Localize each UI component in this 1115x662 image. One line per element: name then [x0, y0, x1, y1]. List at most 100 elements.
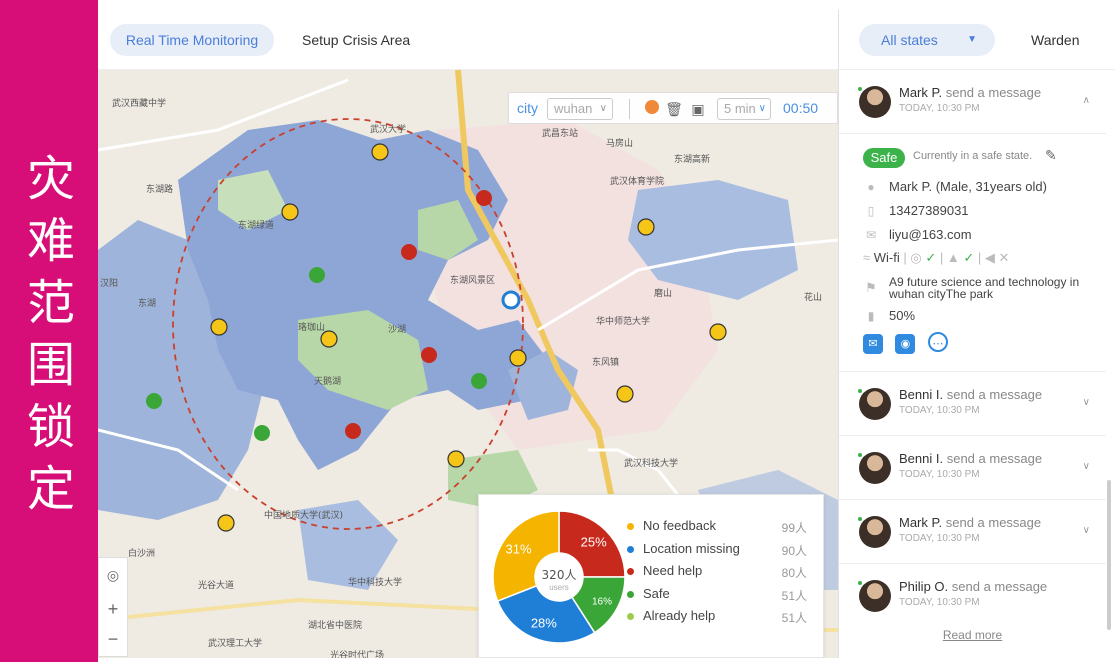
mail-action-icon[interactable]: ✉: [863, 334, 883, 354]
legend-count: 90人: [781, 543, 807, 558]
city-select[interactable]: wuhan ∨: [547, 98, 613, 120]
legend-dot: [627, 545, 634, 553]
zoom-control: ◎ + −: [98, 557, 128, 657]
city-value: wuhan: [554, 101, 593, 116]
legend-dot: [627, 613, 634, 620]
locate-icon[interactable]: ◎: [99, 560, 127, 590]
user-icon: ●: [867, 180, 875, 194]
chevron-down-icon: ▼: [967, 34, 977, 45]
camera-action-icon[interactable]: ◉: [895, 334, 916, 354]
email-row: ✉ liyu@163.com: [863, 227, 972, 242]
message-item[interactable]: Mark P. send a message TODAY, 10:30 PM ∨: [839, 500, 1106, 564]
tab-real-time-monitoring[interactable]: Real Time Monitoring: [110, 24, 274, 56]
interval-select[interactable]: 5 min ∨: [717, 98, 771, 120]
legend-count: 99人: [781, 521, 807, 535]
message-time: TODAY, 10:30 PM: [899, 103, 980, 114]
side-banner: 灾难范围锁定: [0, 0, 98, 662]
phone-icon: ▯: [867, 204, 875, 218]
status-badge: Safe: [863, 148, 905, 168]
legend-dot: [627, 523, 634, 530]
phone-row: ▯ 13427389031: [863, 203, 969, 218]
legend-count: 51人: [781, 588, 807, 603]
map-label: 光谷时代广场: [330, 651, 385, 658]
toolbar-divider: [629, 99, 630, 119]
chevron-down-icon[interactable]: ∨: [1083, 461, 1090, 472]
message-time: TODAY, 10:30 PM: [899, 469, 980, 480]
wifi-label: Wi-fi: [873, 250, 900, 265]
state-filter-select[interactable]: All states ▼: [859, 24, 995, 56]
message-item[interactable]: Benni I. send a message TODAY, 10:30 PM …: [839, 436, 1106, 500]
message-item[interactable]: Benni I. send a message TODAY, 10:30 PM …: [839, 372, 1106, 436]
edit-icon[interactable]: ✎: [1045, 147, 1057, 164]
trash-icon[interactable]: 🗑: [665, 100, 683, 118]
message-action: send a message: [946, 387, 1043, 402]
person-row: ● Mark P. (Male, 31years old): [863, 179, 1047, 194]
person-info: Mark P. (Male, 31years old): [889, 179, 1047, 194]
map-label: 东风镇: [592, 358, 620, 368]
message-item[interactable]: Mark P. send a message TODAY, 10:30 PM ∧: [839, 70, 1106, 134]
map-label: 武昌东站: [542, 129, 579, 139]
map-label: 武汉科技大学: [624, 459, 679, 469]
chevron-down-icon[interactable]: ∨: [1083, 397, 1090, 408]
status-text: Currently in a safe state.: [913, 150, 1033, 162]
map-label: 华中科技大学: [348, 578, 403, 588]
pie-slice-label: 25%: [581, 534, 607, 549]
avatar: [857, 516, 891, 548]
map-label: 中国地质大学(武汉): [264, 511, 344, 521]
chat-action-icon[interactable]: ⋯: [927, 332, 948, 352]
legend-row: Safe 51人: [627, 585, 817, 608]
legend-label: No feedback: [643, 518, 716, 533]
message-sender: Benni I.: [899, 387, 944, 402]
location-icon: ⚑: [865, 280, 877, 295]
map-label: 马房山: [606, 139, 634, 149]
check-icon: ✓: [963, 250, 975, 265]
map-label: 光谷大道: [198, 581, 235, 591]
status-pie-chart: 25% 16% 28% 31% 320人users: [492, 510, 626, 644]
map-label: 武汉西藏中学: [112, 99, 167, 109]
message-item[interactable]: Philip O. send a message TODAY, 10:30 PM: [839, 564, 1106, 628]
refresh-timer: 00:50: [783, 100, 819, 116]
battery-row: ▮ 50%: [863, 308, 915, 323]
read-more-link[interactable]: Read more: [839, 628, 1106, 642]
map-label: 东湖高新: [674, 155, 711, 165]
city-label: city: [517, 100, 538, 116]
map-label: 东湖: [138, 299, 157, 309]
chevron-down-icon: ∨: [599, 103, 607, 114]
tab-setup-crisis-area[interactable]: Setup Crisis Area: [302, 24, 410, 56]
message-sender: Philip O.: [899, 579, 949, 594]
scrollbar[interactable]: [1107, 480, 1111, 630]
sound-icon: ◀: [984, 250, 995, 265]
map-label: 东湖绿道: [238, 221, 275, 231]
record-icon[interactable]: [643, 100, 661, 118]
zoom-out-button[interactable]: −: [99, 624, 127, 654]
panel-header: All states ▼ Warden: [839, 10, 1115, 70]
pie-total: 320人: [542, 568, 577, 582]
pie-slice-label: 16%: [592, 597, 612, 608]
bell-icon: ▲: [946, 250, 960, 265]
wifi-icon: ≈: [863, 250, 871, 265]
save-icon[interactable]: ▣: [689, 100, 707, 118]
chevron-up-icon[interactable]: ∧: [1083, 95, 1090, 106]
map-label: 花山: [804, 293, 823, 303]
role-label[interactable]: Warden: [1031, 24, 1080, 56]
chevron-down-icon: ∨: [758, 103, 766, 114]
map-label: 东湖风景区: [450, 276, 496, 286]
message-time: TODAY, 10:30 PM: [899, 405, 980, 416]
avatar: [857, 388, 891, 420]
battery-icon: ▮: [867, 309, 875, 323]
mail-icon: ✉: [865, 228, 877, 242]
email-address: liyu@163.com: [889, 227, 972, 242]
chevron-down-icon[interactable]: ∨: [1083, 525, 1090, 536]
map-view[interactable]: 武汉西藏中学 武汉大学 武昌东站 东湖路 东湖绿道 东湖 磨山 汉阳 东湖风景区…: [98, 70, 838, 658]
app-window: Real Time Monitoring Setup Crisis Area 武…: [98, 10, 1115, 658]
legend-label: Already help: [643, 608, 716, 623]
online-indicator: [857, 86, 863, 92]
zoom-in-button[interactable]: +: [99, 594, 127, 624]
marker-location-missing-icon[interactable]: [501, 290, 521, 310]
side-title: 灾难范围锁定: [26, 151, 75, 517]
legend-label: Location missing: [643, 540, 740, 556]
pie-slice-label: 31%: [506, 541, 532, 556]
message-sender: Mark P.: [899, 515, 943, 530]
online-indicator: [857, 516, 863, 522]
map-label: 武汉体育学院: [610, 177, 665, 187]
